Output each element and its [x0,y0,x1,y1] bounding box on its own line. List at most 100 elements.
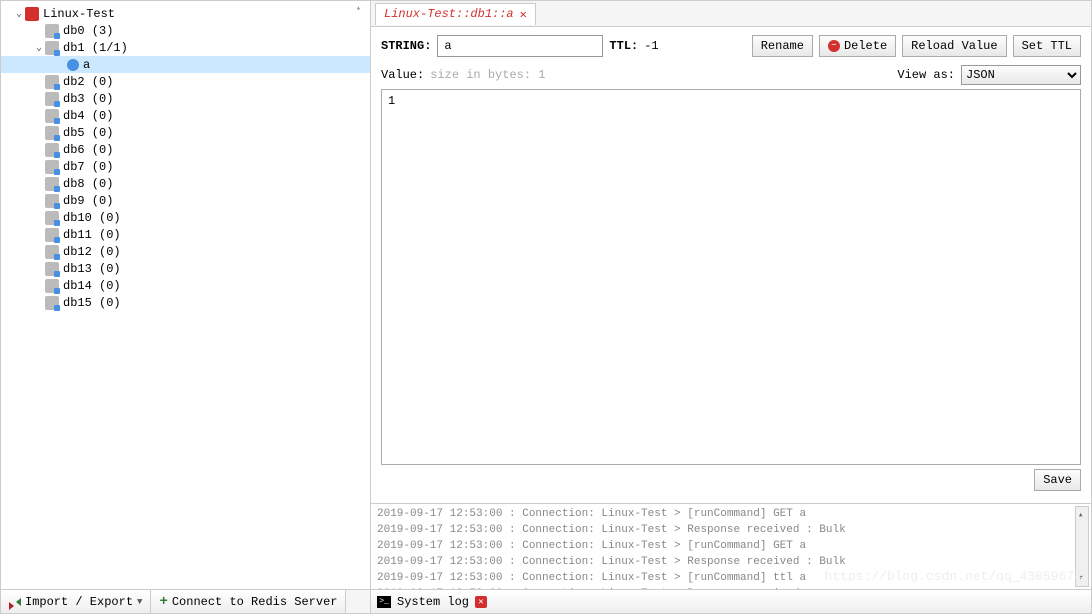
key-icon [67,59,79,71]
log-line: 2019-09-17 12:53:00 : Connection: Linux-… [377,554,1085,570]
chevron-icon[interactable]: ⌄ [33,42,45,54]
database-icon [45,245,59,259]
tree-db-item[interactable]: db12 (0) [1,243,370,260]
db-label: db6 (0) [63,143,113,157]
tree-key-item[interactable]: a [1,56,370,73]
value-editor[interactable]: 1 [381,89,1081,465]
database-icon [45,194,59,208]
database-icon [45,296,59,310]
tree-db-item[interactable]: db15 (0) [1,294,370,311]
log-line: 2019-09-17 12:53:00 : Connection: Linux-… [377,506,1085,522]
db-label: db8 (0) [63,177,113,191]
set-ttl-button[interactable]: Set TTL [1013,35,1081,57]
key-label: a [83,58,90,72]
content: Linux-Test::db1::a ✕ STRING: TTL: -1 Ren… [371,1,1091,613]
save-button[interactable]: Save [1034,469,1081,491]
database-icon [45,177,59,191]
tree-db-item[interactable]: db5 (0) [1,124,370,141]
tab-title: Linux-Test::db1::a [384,7,514,21]
db-label: db2 (0) [63,75,113,89]
size-hint: size in bytes: 1 [430,68,545,82]
database-icon [45,24,59,38]
log-line: 2019-09-17 12:53:00 : Connection: Linux-… [377,570,1085,586]
tree-db-item[interactable]: db6 (0) [1,141,370,158]
view-as-select[interactable]: JSON [961,65,1081,85]
editor-panel: STRING: TTL: -1 Rename – Delete Reload V… [371,27,1091,503]
tab-key[interactable]: Linux-Test::db1::a ✕ [375,3,536,25]
sidebar: ▴ ⌄ Linux-Test db0 (3) ⌄ db1 (1/1) a db2 (0)… [1,1,371,613]
log-line: 2019-09-17 12:53:00 : Connection: Linux-… [377,522,1085,538]
type-label: STRING: [381,39,431,53]
database-icon [45,92,59,106]
tree-server-item[interactable]: ⌄ Linux-Test [1,5,370,22]
scroll-up-icon[interactable]: ▴ [356,3,368,13]
value-label: Value: [381,68,424,82]
tree-db-item[interactable]: db9 (0) [1,192,370,209]
close-icon[interactable]: ✕ [520,7,527,22]
log-line: 2019-09-17 12:53:00 : Connection: Linux-… [377,586,1085,589]
db-label: db13 (0) [63,262,121,276]
bottom-bar: >_ System log ✕ [371,589,1091,613]
database-icon [45,228,59,242]
db-label: db1 (1/1) [63,41,128,55]
scrollbar[interactable] [1075,506,1089,587]
db-label: db14 (0) [63,279,121,293]
tree-db-item[interactable]: db0 (3) [1,22,370,39]
db-label: db11 (0) [63,228,121,242]
database-icon [45,160,59,174]
log-panel: 2019-09-17 12:53:00 : Connection: Linux-… [371,503,1091,589]
db-label: db10 (0) [63,211,121,225]
db-label: db15 (0) [63,296,121,310]
ttl-label: TTL: [609,39,638,53]
database-icon [45,143,59,157]
db-label: db12 (0) [63,245,121,259]
tree-db-item[interactable]: ⌄ db1 (1/1) [1,39,370,56]
database-icon [45,109,59,123]
delete-icon: – [828,40,840,52]
server-icon [25,7,39,21]
system-log-label[interactable]: System log [397,595,469,609]
value-row: Value: size in bytes: 1 View as: JSON [381,65,1081,85]
log-line: 2019-09-17 12:53:00 : Connection: Linux-… [377,538,1085,554]
tree-db-item[interactable]: db11 (0) [1,226,370,243]
connect-label: Connect to Redis Server [172,595,338,609]
view-as-label: View as: [897,68,955,82]
ttl-value: -1 [644,39,658,53]
tree-db-item[interactable]: db7 (0) [1,158,370,175]
database-icon [45,279,59,293]
database-icon [45,211,59,225]
server-label: Linux-Test [43,7,115,21]
tree-db-item[interactable]: db2 (0) [1,73,370,90]
chevron-down-icon[interactable]: ⌄ [13,8,25,20]
rename-button[interactable]: Rename [752,35,813,57]
close-icon[interactable]: ✕ [475,596,487,608]
tree-db-item[interactable]: db8 (0) [1,175,370,192]
tree-db-item[interactable]: db13 (0) [1,260,370,277]
tree-db-item[interactable]: db4 (0) [1,107,370,124]
terminal-icon: >_ [377,596,391,608]
delete-button[interactable]: – Delete [819,35,896,57]
import-export-label: Import / Export [25,595,133,609]
db-label: db0 (3) [63,24,113,38]
db-label: db9 (0) [63,194,113,208]
tree-db-item[interactable]: db3 (0) [1,90,370,107]
import-export-button[interactable]: Import / Export ▼ [1,590,151,613]
reload-button[interactable]: Reload Value [902,35,1006,57]
tree-db-item[interactable]: db14 (0) [1,277,370,294]
db-label: db5 (0) [63,126,113,140]
database-icon [45,75,59,89]
database-icon [45,262,59,276]
db-label: db4 (0) [63,109,113,123]
db-label: db3 (0) [63,92,113,106]
sidebar-footer: Import / Export ▼ + Connect to Redis Ser… [1,589,370,613]
db-label: db7 (0) [63,160,113,174]
key-row: STRING: TTL: -1 Rename – Delete Reload V… [381,35,1081,57]
import-export-icon [9,596,21,608]
tab-bar: Linux-Test::db1::a ✕ [371,1,1091,27]
plus-icon: + [159,594,167,610]
key-input[interactable] [437,35,603,57]
tree-db-item[interactable]: db10 (0) [1,209,370,226]
connect-button[interactable]: + Connect to Redis Server [151,590,346,613]
tree: ▴ ⌄ Linux-Test db0 (3) ⌄ db1 (1/1) a db2 (0)… [1,1,370,589]
database-icon [45,126,59,140]
